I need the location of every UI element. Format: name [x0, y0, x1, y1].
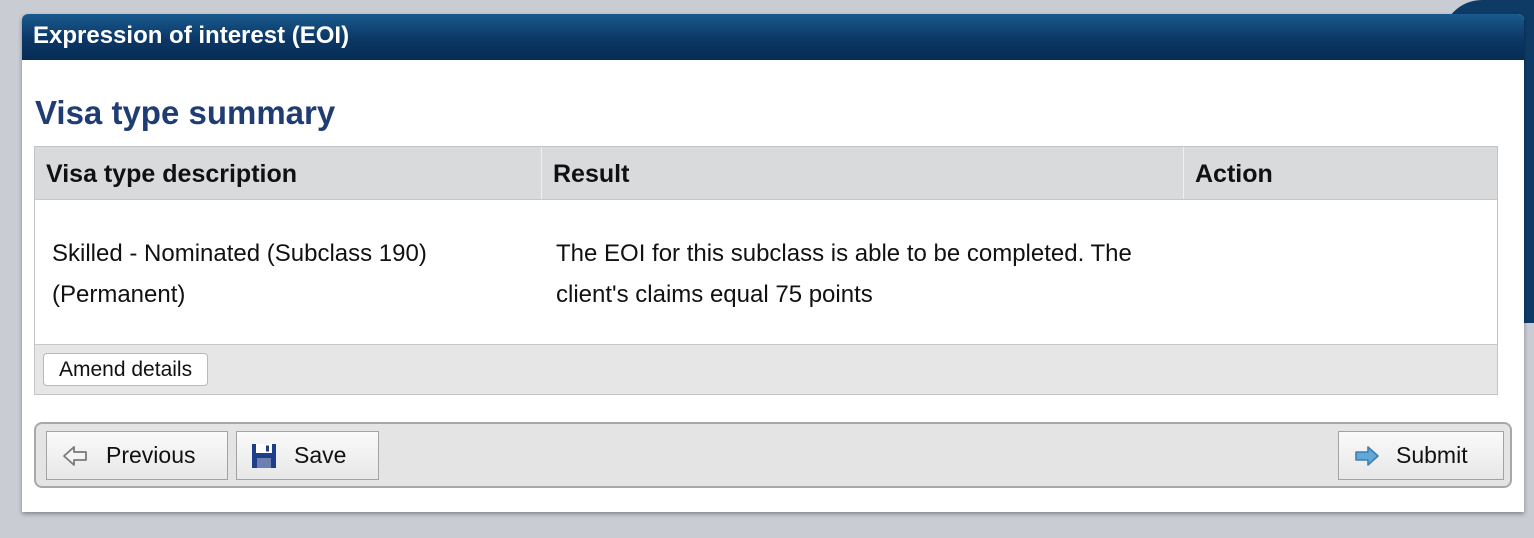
page-title: Visa type summary	[35, 94, 336, 131]
save-button[interactable]: Save	[236, 431, 379, 480]
visa-description-line1: Skilled - Nominated (Subclass 190)	[52, 240, 427, 267]
previous-button[interactable]: Previous	[46, 431, 228, 480]
eoi-panel: Expression of interest (EOI) Visa type s…	[22, 14, 1524, 512]
column-header-description: Visa type description	[35, 147, 542, 199]
result-line1: The EOI for this subclass is able to be …	[556, 240, 1132, 267]
floppy-disk-icon	[250, 443, 278, 468]
navigation-button-bar: Previous Save Submit	[34, 422, 1512, 488]
amend-details-button[interactable]: Amend details	[43, 353, 209, 386]
visa-description-cell: Skilled - Nominated (Subclass 190) (Perm…	[35, 200, 542, 344]
visa-summary-table: Visa type description Result Action Skil…	[34, 146, 1498, 395]
action-cell	[1184, 200, 1497, 344]
arrow-right-icon	[1353, 444, 1381, 468]
submit-button-label: Submit	[1396, 442, 1468, 468]
submit-button[interactable]: Submit	[1338, 431, 1504, 480]
column-header-action: Action	[1195, 160, 1273, 188]
table-header-row: Visa type description Result Action	[35, 147, 1497, 200]
arrow-left-icon	[61, 444, 89, 468]
previous-button-label: Previous	[106, 442, 196, 468]
visa-description-line2: (Permanent)	[52, 281, 186, 308]
panel-header: Expression of interest (EOI)	[22, 14, 1524, 60]
column-header-result: Result	[542, 147, 1184, 199]
table-row: Skilled - Nominated (Subclass 190) (Perm…	[35, 200, 1497, 345]
result-cell: The EOI for this subclass is able to be …	[542, 200, 1184, 344]
save-button-label: Save	[294, 442, 347, 468]
result-line2: client's claims equal 75 points	[556, 281, 873, 308]
